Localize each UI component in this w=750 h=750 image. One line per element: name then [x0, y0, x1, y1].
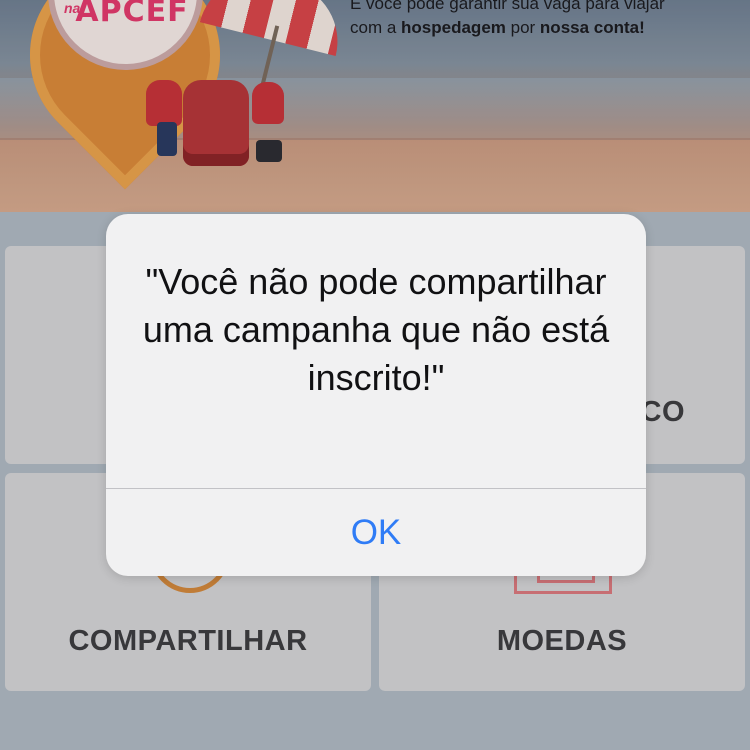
- alert-dialog: "Você não pode compartilhar uma campanha…: [106, 214, 646, 576]
- alert-message: "Você não pode compartilhar uma campanha…: [142, 261, 610, 398]
- ok-button[interactable]: OK: [106, 489, 646, 576]
